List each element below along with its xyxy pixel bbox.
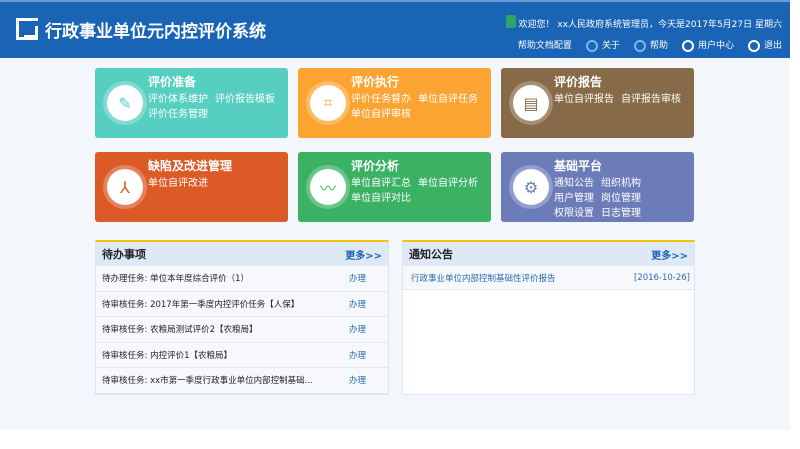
todo-title: 待办事项	[102, 248, 146, 261]
notice-text[interactable]: 行政事业单位内部控制基础性评价报告	[411, 272, 556, 284]
module-link[interactable]: 评价任务督办	[351, 94, 411, 105]
todo-text: 待审核任务: 农粮局测试评价2【农粮局】	[102, 325, 258, 336]
todo-row: 待办理任务: 单位本年度综合评价（1） 办理	[96, 266, 388, 292]
todo-panel: 待办事项 更多>> 待办理任务: 单位本年度综合评价（1） 办理 待审核任务: 201…	[95, 240, 389, 395]
handle-link[interactable]: 办理	[349, 323, 366, 335]
logo-icon	[16, 18, 38, 40]
module-link[interactable]: 用户管理	[554, 193, 594, 204]
logout-label: 退出	[763, 41, 782, 51]
about-link[interactable]: 关于	[585, 38, 620, 52]
module-link[interactable]: 权限设置	[554, 208, 594, 219]
module-title[interactable]: 评价报告	[554, 73, 602, 90]
module-link[interactable]: 组织机构	[601, 178, 641, 189]
module-link[interactable]: 单位自评汇总	[351, 178, 411, 189]
todo-text: 待审核任务: xx市第一季度行政事业单位内部控制基础...	[102, 376, 313, 387]
module-title[interactable]: 缺陷及改进管理	[148, 157, 232, 174]
todo-row: 待审核任务: 农粮局测试评价2【农粮局】 办理	[96, 317, 388, 343]
user-avatar-icon	[506, 15, 516, 28]
module-link[interactable]: 单位自评任务	[418, 94, 478, 105]
user-center-label: 用户中心	[697, 41, 734, 51]
module-icon: ⚙	[513, 169, 549, 205]
module-link[interactable]: 单位自评对比	[351, 193, 411, 204]
module-card[interactable]: ▤ 评价报告单位自评报告 自评报告审核	[501, 68, 694, 138]
notice-date: [2016-10-26]	[633, 272, 690, 283]
scrollbar[interactable]	[790, 0, 800, 449]
users-icon	[585, 39, 598, 52]
about-label: 关于	[601, 41, 620, 51]
todo-row: 待审核任务: 2017年第一季度内控评价任务【人保】 办理	[96, 291, 388, 317]
handle-link[interactable]: 办理	[349, 374, 366, 386]
todo-text: 待审核任务: 2017年第一季度内控评价任务【人保】	[102, 299, 300, 310]
module-link[interactable]: 自评报告审核	[621, 94, 681, 105]
module-icon: ⌗	[310, 85, 346, 121]
module-link[interactable]: 岗位管理	[601, 193, 641, 204]
module-card[interactable]: 〰评价分析单位自评汇总 单位自评分析单位自评对比	[298, 152, 491, 222]
module-link[interactable]: 评价任务管理	[148, 109, 208, 120]
notice-more-link[interactable]: 更多>>	[651, 247, 688, 262]
module-icon: 〰	[310, 169, 346, 205]
module-icon: ▤	[513, 85, 549, 121]
handle-link[interactable]: 办理	[349, 349, 366, 361]
user-icon	[681, 39, 694, 52]
module-link[interactable]: 评价体系维护	[148, 94, 208, 105]
module-title[interactable]: 评价准备	[148, 73, 196, 90]
module-link[interactable]: 评价报告模板	[215, 94, 275, 105]
notice-panel: 通知公告 更多>> 行政事业单位内部控制基础性评价报告 [2016-10-26]	[402, 240, 695, 395]
module-link[interactable]: 通知公告	[554, 178, 594, 189]
help-link[interactable]: 帮助	[633, 38, 668, 52]
help-label: 帮助	[649, 41, 668, 51]
module-card[interactable]: ⚙ 基础平台通知公告 组织机构 用户管理 岗位管理 权限设置 日志管理	[501, 152, 694, 222]
notice-row[interactable]: 行政事业单位内部控制基础性评价报告 [2016-10-26]	[403, 266, 694, 290]
todo-more-link[interactable]: 更多>>	[345, 247, 382, 262]
module-link[interactable]: 日志管理	[601, 208, 641, 219]
module-link[interactable]: 单位自评分析	[418, 178, 478, 189]
user-center-link[interactable]: 用户中心	[681, 38, 734, 52]
module-title[interactable]: 基础平台	[554, 157, 602, 174]
handle-link[interactable]: 办理	[349, 298, 366, 310]
handle-link[interactable]: 办理	[349, 272, 366, 284]
module-title[interactable]: 评价分析	[351, 157, 399, 174]
header: 行政事业单位元内控评价系统 欢迎您！ xx人民政府系统管理员，今天是2017年5…	[0, 0, 790, 58]
module-card[interactable]: ✎ 评价准备评价体系维护 评价报告模板评价任务管理	[95, 68, 288, 138]
module-link[interactable]: 单位自评改进	[148, 178, 208, 189]
todo-text: 待办理任务: 单位本年度综合评价（1）	[102, 274, 249, 285]
power-icon	[747, 39, 760, 52]
module-card[interactable]: ⅄ 缺陷及改进管理单位自评改进	[95, 152, 288, 222]
welcome-text: 欢迎您！ xx人民政府系统管理员，今天是2017年5月27日 星期六	[518, 20, 782, 30]
todo-row: 待审核任务: xx市第一季度行政事业单位内部控制基础... 办理	[96, 368, 388, 394]
help-doc-config-link[interactable]: 帮助文档配置	[518, 38, 572, 51]
notice-title: 通知公告	[409, 248, 453, 261]
question-icon	[633, 39, 646, 52]
app-title: 行政事业单位元内控评价系统	[45, 22, 266, 42]
module-card[interactable]: ⌗ 评价执行评价任务督办 单位自评任务单位自评审核	[298, 68, 491, 138]
module-link[interactable]: 单位自评审核	[351, 109, 411, 120]
module-link[interactable]: 单位自评报告	[554, 94, 614, 105]
module-icon: ⅄	[107, 169, 143, 205]
module-title[interactable]: 评价执行	[351, 73, 399, 90]
module-icon: ✎	[107, 85, 143, 121]
logout-link[interactable]: 退出	[747, 38, 782, 52]
todo-row: 待审核任务: 内控评价1【农粮局】 办理	[96, 342, 388, 368]
todo-text: 待审核任务: 内控评价1【农粮局】	[102, 350, 232, 361]
